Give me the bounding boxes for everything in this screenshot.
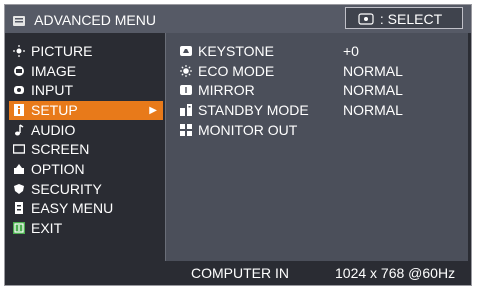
menu-title: ADVANCED MENU [13, 9, 156, 31]
setup-row-standby-mode[interactable]: STANDBY MODE NORMAL [178, 101, 468, 120]
menu-item-image[interactable]: IMAGE [9, 62, 163, 81]
menu-item-option[interactable]: OPTION [9, 160, 163, 179]
menu-item-exit[interactable]: EXIT [9, 219, 163, 238]
input-icon [14, 86, 24, 94]
menu-item-label: EXIT [31, 220, 63, 236]
setup-row-eco-mode[interactable]: ECO MODE NORMAL [178, 62, 468, 81]
submenu-arrow-icon: ▶ [149, 105, 157, 116]
security-icon [14, 184, 24, 194]
setup-row-value: +0 [343, 43, 359, 59]
exit-icon [13, 222, 25, 234]
standby-mode-icon [180, 104, 192, 116]
menu-item-label: INPUT [31, 82, 73, 98]
main-menu: PICTURE IMAGE INPUT SETUP ▶ AUDIO SCREEN… [5, 33, 165, 285]
menu-item-label: SETUP [31, 102, 78, 118]
setup-row-value: NORMAL [343, 102, 403, 118]
setup-row-label: KEYSTONE [198, 43, 274, 59]
menu-item-label: OPTION [31, 161, 85, 177]
menu-item-security[interactable]: SECURITY [9, 180, 163, 199]
setup-row-label: ECO MODE [198, 63, 275, 79]
menu-item-input[interactable]: INPUT [9, 81, 163, 100]
setup-submenu: KEYSTONE +0 ECO MODE NORMAL MIRROR NORMA… [165, 33, 468, 285]
image-icon [14, 66, 24, 76]
menu-icon [13, 16, 25, 26]
monitor-out-icon [180, 124, 192, 136]
menu-item-easy-menu[interactable]: EASY MENU [9, 199, 163, 218]
eco-mode-icon [180, 65, 192, 77]
screen-icon [13, 144, 25, 154]
select-button-icon [358, 13, 374, 25]
status-bar: COMPUTER IN 1024 x 768 @60Hz [165, 261, 471, 285]
setup-icon [14, 104, 24, 116]
menu-item-label: SECURITY [31, 181, 102, 197]
setup-row-label: MIRROR [198, 82, 255, 98]
setup-row-keystone[interactable]: KEYSTONE +0 [178, 42, 468, 61]
setup-row-value: NORMAL [343, 63, 403, 79]
input-source-label: COMPUTER IN [191, 265, 289, 281]
easy-menu-icon [15, 202, 23, 214]
menu-item-setup[interactable]: SETUP ▶ [9, 101, 163, 120]
select-hint: : SELECT [345, 7, 463, 29]
title-bar: ADVANCED MENU : SELECT [5, 5, 471, 33]
select-hint-label: : SELECT [379, 11, 443, 27]
menu-item-label: PICTURE [31, 43, 93, 59]
menu-item-picture[interactable]: PICTURE [9, 42, 163, 61]
setup-row-monitor-out[interactable]: MONITOR OUT [178, 121, 468, 140]
picture-icon [13, 45, 25, 57]
setup-row-mirror[interactable]: MIRROR NORMAL [178, 81, 468, 100]
menu-title-label: ADVANCED MENU [34, 12, 156, 28]
option-icon [14, 164, 24, 174]
signal-resolution: 1024 x 768 @60Hz [335, 265, 456, 281]
menu-item-audio[interactable]: AUDIO [9, 121, 163, 140]
keystone-icon [180, 46, 192, 56]
menu-item-screen[interactable]: SCREEN [9, 140, 163, 159]
menu-item-label: SCREEN [31, 141, 90, 157]
menu-item-label: IMAGE [31, 63, 77, 79]
menu-item-label: AUDIO [31, 122, 76, 138]
setup-row-label: MONITOR OUT [198, 122, 298, 138]
setup-row-value: NORMAL [343, 82, 403, 98]
menu-item-label: EASY MENU [31, 200, 114, 216]
mirror-icon [180, 85, 192, 95]
setup-row-label: STANDBY MODE [198, 102, 309, 118]
audio-icon [15, 124, 24, 136]
osd-menu: ADVANCED MENU : SELECT PICTURE IMAGE INP… [4, 4, 472, 286]
